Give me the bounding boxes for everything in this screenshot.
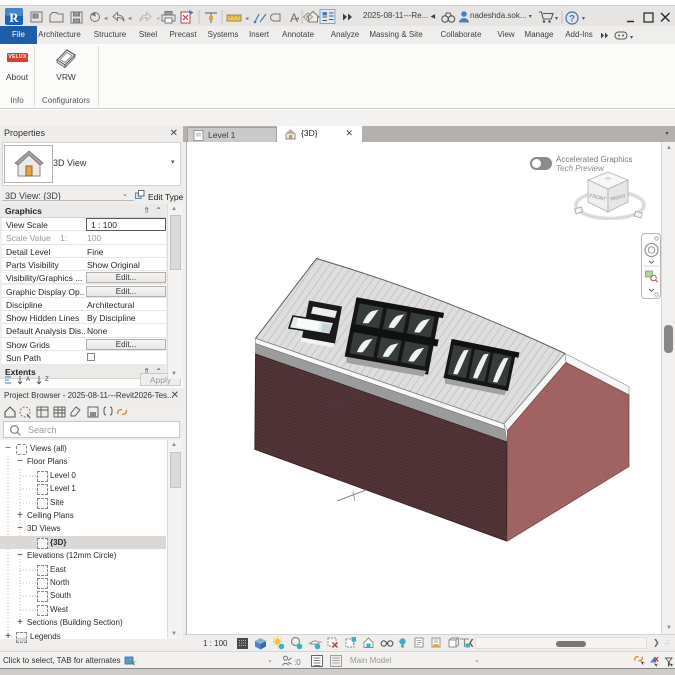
svg-text:?: ?	[569, 14, 575, 25]
svg-text:A: A	[290, 11, 298, 25]
svg-text:R: R	[9, 10, 19, 25]
svg-text:▾: ▾	[555, 16, 558, 22]
svg-text:▾: ▾	[582, 16, 585, 22]
svg-text:▾: ▾	[630, 35, 633, 41]
svg-text:Z: Z	[45, 377, 49, 383]
svg-text:A: A	[26, 377, 30, 383]
svg-text::0: :0	[294, 658, 301, 667]
